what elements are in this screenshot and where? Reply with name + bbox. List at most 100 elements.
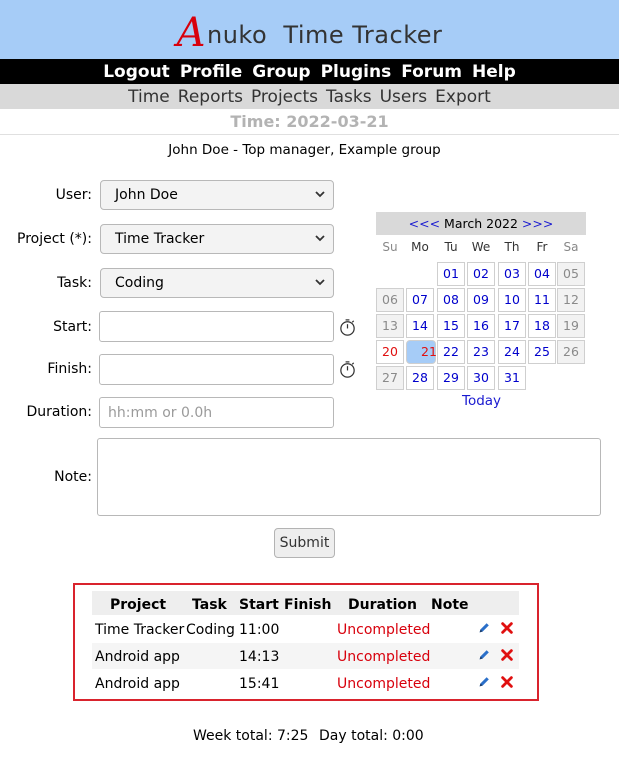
calendar-day-15[interactable]: 15 [437,314,465,338]
submit-button[interactable]: Submit [274,528,335,558]
project-label: Project (*): [17,231,92,247]
col-header-finish: Finish [284,597,332,613]
calendar-day-29[interactable]: 29 [437,366,465,390]
col-header-project: Project [110,597,167,613]
calendar-day-01[interactable]: 01 [437,262,465,286]
calendar-day-13[interactable]: 13 [376,314,404,338]
delete-x-icon[interactable] [500,621,514,635]
subnav-reports[interactable]: Reports [178,87,243,107]
calendar-day-07[interactable]: 07 [406,288,434,312]
col-header-start: Start [239,597,279,613]
calendar-weekday-we: We [471,240,491,254]
calendar-day-04[interactable]: 04 [528,262,556,286]
subnav-users[interactable]: Users [380,87,428,107]
page-title: Time: 2022-03-21 [0,109,619,135]
delete-x-icon[interactable] [500,675,514,689]
calendar-day-30[interactable]: 30 [467,366,495,390]
calendar-day-16[interactable]: 16 [467,314,495,338]
logo[interactable]: Anuko Time Tracker [176,7,443,56]
col-header-note: Note [431,597,469,613]
calendar-day-27[interactable]: 27 [376,366,404,390]
row-project: Android app [95,676,180,692]
calendar-day-02[interactable]: 02 [467,262,495,286]
sub-nav: Time Reports Projects Tasks Users Export [0,84,619,109]
calendar-weekday-tu: Tu [444,240,458,254]
note-label: Note: [54,469,92,485]
calendar-day-05[interactable]: 05 [557,262,585,286]
row-start: 14:13 [239,649,280,665]
nav-plugins[interactable]: Plugins [321,62,392,82]
row-duration: Uncompleted [337,622,431,638]
row-project: Android app [95,649,180,665]
pencil-icon[interactable] [477,675,491,689]
chevron-down-icon [315,235,325,242]
user-label: User: [55,187,92,203]
nav-group[interactable]: Group [252,62,310,82]
calendar-day-25[interactable]: 25 [528,340,556,364]
col-header-duration: Duration [348,597,418,613]
calendar-day-11[interactable]: 11 [528,288,556,312]
project-select[interactable]: Time Tracker [100,224,334,254]
nav-logout[interactable]: Logout [103,62,170,82]
calendar-today-link[interactable]: Today [462,393,501,409]
subnav-tasks[interactable]: Tasks [326,87,372,107]
row-start: 15:41 [239,676,280,692]
row-start: 11:00 [239,622,280,638]
calendar-day-06[interactable]: 06 [376,288,404,312]
row-duration: Uncompleted [337,676,431,692]
calendar-day-09[interactable]: 09 [467,288,495,312]
row-task: Coding [186,622,235,638]
duration-input[interactable] [99,397,334,428]
stopwatch-icon[interactable] [338,318,357,337]
logo-rest: nuko [207,20,268,49]
chevron-down-icon [315,191,325,198]
calendar-weekday-su: Su [382,240,398,254]
calendar-day-14[interactable]: 14 [406,314,434,338]
stopwatch-icon[interactable] [338,360,357,379]
subnav-time[interactable]: Time [128,87,170,107]
task-select[interactable]: Coding [100,268,334,298]
calendar-day-21[interactable]: 21 [406,340,437,364]
nav-forum[interactable]: Forum [401,62,462,82]
logo-initial: A [176,9,206,56]
subnav-projects[interactable]: Projects [251,87,318,107]
calendar-day-18[interactable]: 18 [528,314,556,338]
calendar-next-month[interactable]: >>> [522,216,553,231]
day-total: Day total: 0:00 [319,728,424,744]
calendar-day-03[interactable]: 03 [498,262,526,286]
calendar-prev-month[interactable]: <<< [409,216,440,231]
banner: Anuko Time Tracker [0,0,619,59]
calendar-day-31[interactable]: 31 [498,366,526,390]
project-select-value: Time Tracker [115,231,205,247]
task-label: Task: [57,275,92,291]
subnav-export[interactable]: Export [435,87,491,107]
finish-label: Finish: [47,361,92,377]
row-duration: Uncompleted [337,649,431,665]
calendar-day-23[interactable]: 23 [467,340,495,364]
nav-help[interactable]: Help [472,62,516,82]
calendar-weekday-sa: Sa [563,240,579,254]
start-label: Start: [53,319,92,335]
finish-input[interactable] [99,354,334,385]
calendar-day-20[interactable]: 20 [376,340,404,364]
start-input[interactable] [99,311,334,342]
user-select[interactable]: John Doe [100,180,334,210]
delete-x-icon[interactable] [500,648,514,662]
nav-profile[interactable]: Profile [180,62,242,82]
pencil-icon[interactable] [477,621,491,635]
calendar-day-24[interactable]: 24 [498,340,526,364]
calendar-day-08[interactable]: 08 [437,288,465,312]
records-table: Project Task Start Finish Duration Note … [73,583,539,701]
col-header-task: Task [192,597,227,613]
calendar-day-22[interactable]: 22 [437,340,465,364]
calendar-day-10[interactable]: 10 [498,288,526,312]
calendar-day-12[interactable]: 12 [557,288,585,312]
note-textarea[interactable] [97,438,601,516]
calendar-day-17[interactable]: 17 [498,314,526,338]
calendar-day-26[interactable]: 26 [557,340,585,364]
calendar-weekday-mo: Mo [411,240,429,254]
calendar-day-19[interactable]: 19 [557,314,585,338]
user-info: John Doe - Top manager, Example group [168,142,441,158]
calendar-day-28[interactable]: 28 [406,366,434,390]
pencil-icon[interactable] [477,648,491,662]
